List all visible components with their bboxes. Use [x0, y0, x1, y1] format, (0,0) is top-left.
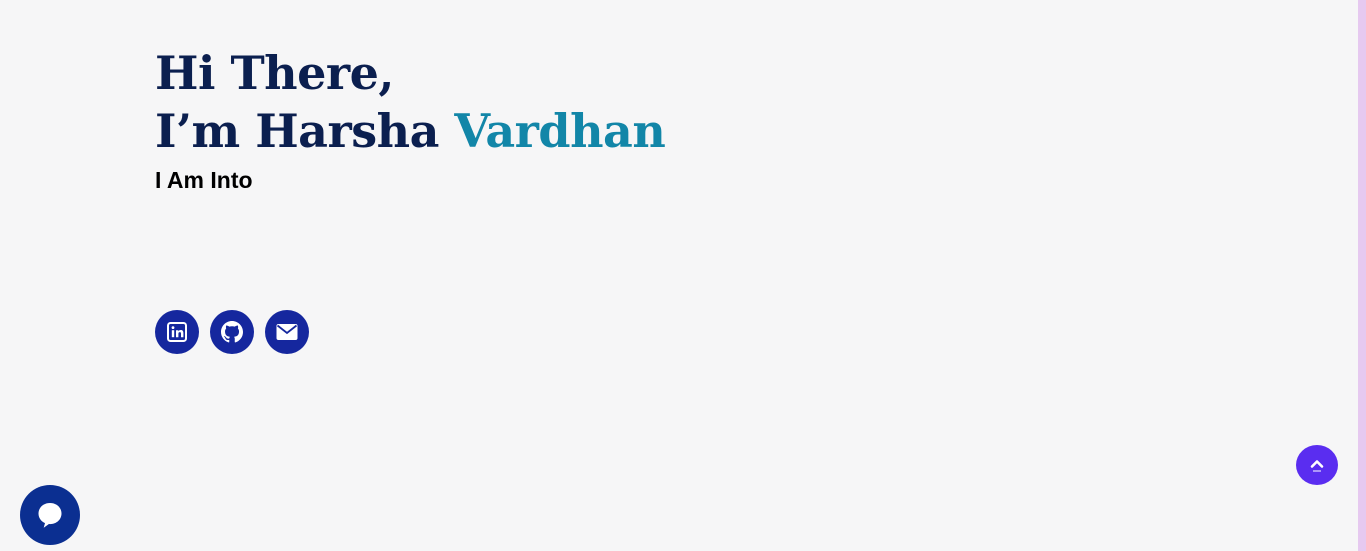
scrollbar[interactable] [1358, 0, 1366, 551]
chevron-up-icon [1310, 460, 1324, 472]
hero-section: Hi There, I’m Harsha Vardhan I Am Into [155, 44, 666, 194]
greeting-text: Hi There, [155, 46, 394, 100]
github-button[interactable] [210, 310, 254, 354]
scroll-to-top-button[interactable] [1296, 445, 1338, 485]
name-highlight: Vardhan [454, 104, 666, 158]
intro-text: I’m Harsha [155, 104, 455, 158]
github-icon [221, 321, 243, 343]
envelope-icon [276, 324, 298, 340]
linkedin-icon [167, 322, 187, 342]
social-links [155, 310, 309, 354]
email-button[interactable] [265, 310, 309, 354]
linkedin-button[interactable] [155, 310, 199, 354]
chat-bubble-icon [38, 503, 62, 528]
chat-widget-button[interactable] [20, 485, 80, 545]
page: Hi There, I’m Harsha Vardhan I Am Into [0, 0, 1366, 551]
hero-subtitle: I Am Into [155, 167, 253, 193]
hero-heading: Hi There, I’m Harsha Vardhan [155, 44, 666, 160]
